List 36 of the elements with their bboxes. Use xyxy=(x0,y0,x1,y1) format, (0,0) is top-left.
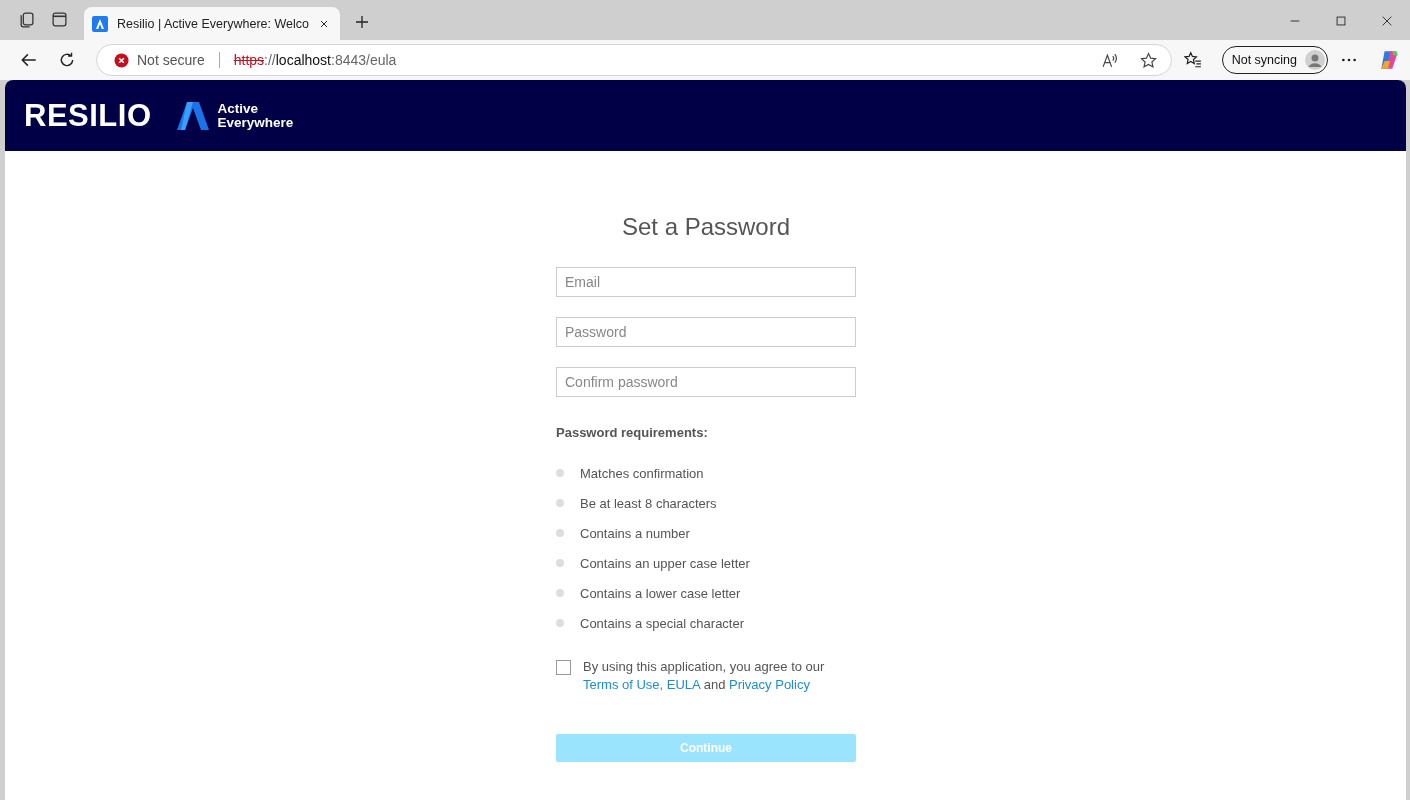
avatar-icon xyxy=(1305,50,1325,70)
vertical-tabs-icon[interactable] xyxy=(51,11,68,28)
requirement-text: Be at least 8 characters xyxy=(580,495,717,511)
page-title: Set a Password xyxy=(620,213,792,241)
app-logo-icon xyxy=(92,15,108,32)
maximize-icon[interactable] xyxy=(1334,14,1348,28)
privacy-link[interactable]: Privacy Policy xyxy=(729,677,810,692)
close-window-icon[interactable] xyxy=(1380,14,1394,28)
requirement-text: Contains a special character xyxy=(580,615,745,631)
agreement-text: By using this application, you agree to our Terms of Use, EULA and Privacy Policy xyxy=(582,658,825,694)
new-tab-icon[interactable] xyxy=(354,14,370,30)
input-field[interactable]: Password xyxy=(556,317,856,347)
url-text: https://localhost:8443/eula xyxy=(233,52,397,68)
requirement-text: Contains an upper case letter xyxy=(580,555,750,571)
read-aloud-icon[interactable] xyxy=(1100,51,1118,69)
requirement-text: Matches confirmation xyxy=(580,465,704,481)
input-field[interactable]: Email xyxy=(556,267,856,297)
terms-link[interactable]: Terms of Use, xyxy=(583,677,664,692)
favorites-icon[interactable] xyxy=(1183,51,1202,69)
input-field[interactable]: Confirm password xyxy=(556,367,856,397)
star-icon[interactable] xyxy=(1139,51,1157,69)
checkbox[interactable] xyxy=(556,660,571,675)
error-icon xyxy=(114,52,129,68)
requirement-text: Contains a number xyxy=(580,525,690,541)
eula-link[interactable]: EULA xyxy=(666,677,701,692)
brand-logo: RESILIO xyxy=(24,97,152,134)
product-name: Active Everywhere xyxy=(217,101,294,130)
browser-tab[interactable]: Resilio | Active Everywhere: Welco xyxy=(84,7,340,40)
requirements-heading: Password requirements: xyxy=(556,425,709,440)
tab-actions-icon[interactable] xyxy=(18,11,35,28)
refresh-icon[interactable] xyxy=(58,51,76,69)
security-label[interactable]: Not secure xyxy=(137,52,205,68)
requirement-text: Contains a lower case letter xyxy=(580,585,741,601)
back-icon[interactable] xyxy=(20,51,38,69)
copilot-icon[interactable] xyxy=(1378,49,1400,71)
address-bar[interactable]: Not secure https://localhost:8443/eula xyxy=(96,44,1172,76)
